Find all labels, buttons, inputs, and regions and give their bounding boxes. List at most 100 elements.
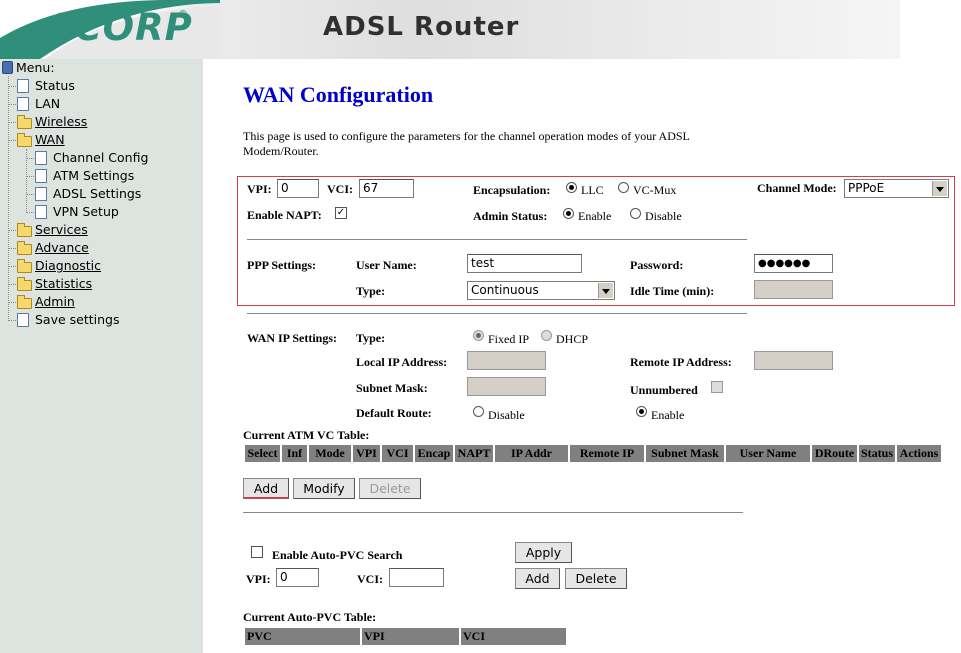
ppp-type-value: Continuous xyxy=(471,283,539,297)
menu-root: Menu: xyxy=(2,59,55,77)
page-title: WAN Configuration xyxy=(243,82,434,107)
table-header: VPI xyxy=(353,445,380,462)
table-header: User Name xyxy=(726,445,810,462)
table-header: DRoute xyxy=(812,445,857,462)
table-header: VPI xyxy=(362,628,459,645)
separator xyxy=(247,313,747,314)
default-route-disable-label: Disable xyxy=(488,408,525,422)
auto-pvc-add-button[interactable]: Add xyxy=(515,568,560,589)
local-ip-input[interactable] xyxy=(467,351,546,370)
sidebar-item-save-settings[interactable]: Save settings xyxy=(17,311,120,329)
channel-mode-label: Channel Mode: xyxy=(757,181,837,195)
add-button[interactable]: Add xyxy=(243,478,289,499)
sidebar-item-lan[interactable]: LAN xyxy=(17,95,60,113)
fixed-ip-radio[interactable] xyxy=(473,330,484,341)
wan-ip-settings-label: WAN IP Settings: xyxy=(247,331,338,345)
admin-status-label: Admin Status: xyxy=(473,209,548,223)
sidebar-item-wan[interactable]: WAN xyxy=(17,131,65,149)
idle-time-label: Idle Time (min): xyxy=(630,284,715,298)
default-route-label: Default Route: xyxy=(356,406,432,420)
channel-mode-value: PPPoE xyxy=(848,181,885,195)
dhcp-radio[interactable] xyxy=(541,330,552,341)
subnet-mask-label: Subnet Mask: xyxy=(356,381,428,395)
auto-pvc-vci-label: VCI: xyxy=(357,572,383,586)
table-header: Status xyxy=(859,445,895,462)
sidebar-item-vpn-setup[interactable]: VPN Setup xyxy=(35,203,119,221)
sidebar-item-atm-settings[interactable]: ATM Settings xyxy=(35,167,134,185)
atm-vc-table-title: Current ATM VC Table: xyxy=(243,428,370,442)
default-route-enable-label: Enable xyxy=(651,408,685,422)
table-header: VCI xyxy=(382,445,413,462)
subnet-mask-input[interactable] xyxy=(467,377,546,396)
table-header: Actions xyxy=(897,445,941,462)
sidebar-item-advance[interactable]: Advance xyxy=(17,239,89,257)
table-header: NAPT xyxy=(455,445,493,462)
header-banner: ACORP ® ADSL Router xyxy=(0,0,900,59)
admin-disable-radio[interactable] xyxy=(630,208,641,219)
folder-icon xyxy=(17,115,32,129)
modify-button[interactable]: Modify xyxy=(293,478,355,499)
username-input[interactable]: test xyxy=(467,254,582,273)
folder-open-icon xyxy=(17,133,32,147)
table-header: Remote IP xyxy=(570,445,644,462)
default-route-enable-radio[interactable] xyxy=(636,406,647,417)
auto-pvc-delete-button[interactable]: Delete xyxy=(565,568,627,589)
table-header: IP Addr xyxy=(495,445,568,462)
username-label: User Name: xyxy=(356,258,417,272)
sidebar-item-wireless[interactable]: Wireless xyxy=(17,113,87,131)
vpi-input[interactable]: 0 xyxy=(277,179,319,198)
ppp-settings-label: PPP Settings: xyxy=(247,258,316,272)
auto-pvc-checkbox[interactable] xyxy=(251,546,263,558)
page-icon xyxy=(35,187,47,201)
page-icon xyxy=(17,313,29,327)
ppp-type-label: Type: xyxy=(356,284,386,298)
admin-disable-label: Disable xyxy=(645,209,682,223)
admin-enable-radio[interactable] xyxy=(563,208,574,219)
vci-input[interactable]: 67 xyxy=(359,179,414,198)
encap-vcmux-label: VC-Mux xyxy=(633,183,677,197)
remote-ip-input[interactable] xyxy=(754,351,833,370)
auto-pvc-vci-input[interactable] xyxy=(389,568,444,587)
page-icon xyxy=(17,79,29,93)
wan-ip-type-label: Type: xyxy=(356,331,386,345)
sidebar-item-statistics[interactable]: Statistics xyxy=(17,275,92,293)
encap-vcmux-radio[interactable] xyxy=(618,182,629,193)
folder-icon xyxy=(17,223,32,237)
napt-checkbox[interactable]: ✓ xyxy=(335,207,347,219)
idle-time-input[interactable] xyxy=(754,280,833,299)
table-header: Select xyxy=(245,445,280,462)
password-input[interactable]: ●●●●●● xyxy=(754,254,833,273)
folder-icon xyxy=(17,241,32,255)
sidebar-item-diagnostic[interactable]: Diagnostic xyxy=(17,257,101,275)
ppp-type-select[interactable]: Continuous xyxy=(467,281,615,300)
folder-icon xyxy=(17,295,32,309)
apply-button[interactable]: Apply xyxy=(515,542,572,563)
table-header: Subnet Mask xyxy=(646,445,724,462)
sidebar-item-adsl-settings[interactable]: ADSL Settings xyxy=(35,185,141,203)
delete-button[interactable]: Delete xyxy=(359,478,421,499)
dropdown-arrow-icon xyxy=(932,181,947,196)
dhcp-label: DHCP xyxy=(556,332,589,346)
channel-mode-select[interactable]: PPPoE xyxy=(844,179,949,198)
sidebar-item-admin[interactable]: Admin xyxy=(17,293,75,311)
separator xyxy=(243,512,743,513)
unnumbered-checkbox[interactable] xyxy=(711,381,723,393)
menu-icon xyxy=(2,61,13,74)
auto-pvc-vpi-label: VPI: xyxy=(246,572,271,586)
default-route-disable-radio[interactable] xyxy=(473,406,484,417)
encapsulation-label: Encapsulation: xyxy=(473,183,551,197)
page-icon xyxy=(35,151,47,165)
page-description: This page is used to configure the param… xyxy=(243,129,690,158)
dropdown-arrow-icon xyxy=(598,283,613,298)
encap-llc-radio[interactable] xyxy=(566,182,577,193)
separator xyxy=(247,239,747,240)
folder-icon xyxy=(17,259,32,273)
local-ip-label: Local IP Address: xyxy=(356,355,448,369)
page-icon xyxy=(35,205,47,219)
auto-pvc-vpi-input[interactable]: 0 xyxy=(276,568,319,587)
sidebar-item-channel-config[interactable]: Channel Config xyxy=(35,149,148,167)
sidebar-item-services[interactable]: Services xyxy=(17,221,88,239)
page-icon xyxy=(35,169,47,183)
sidebar-item-status[interactable]: Status xyxy=(17,77,75,95)
vpi-label: VPI: xyxy=(247,182,272,196)
